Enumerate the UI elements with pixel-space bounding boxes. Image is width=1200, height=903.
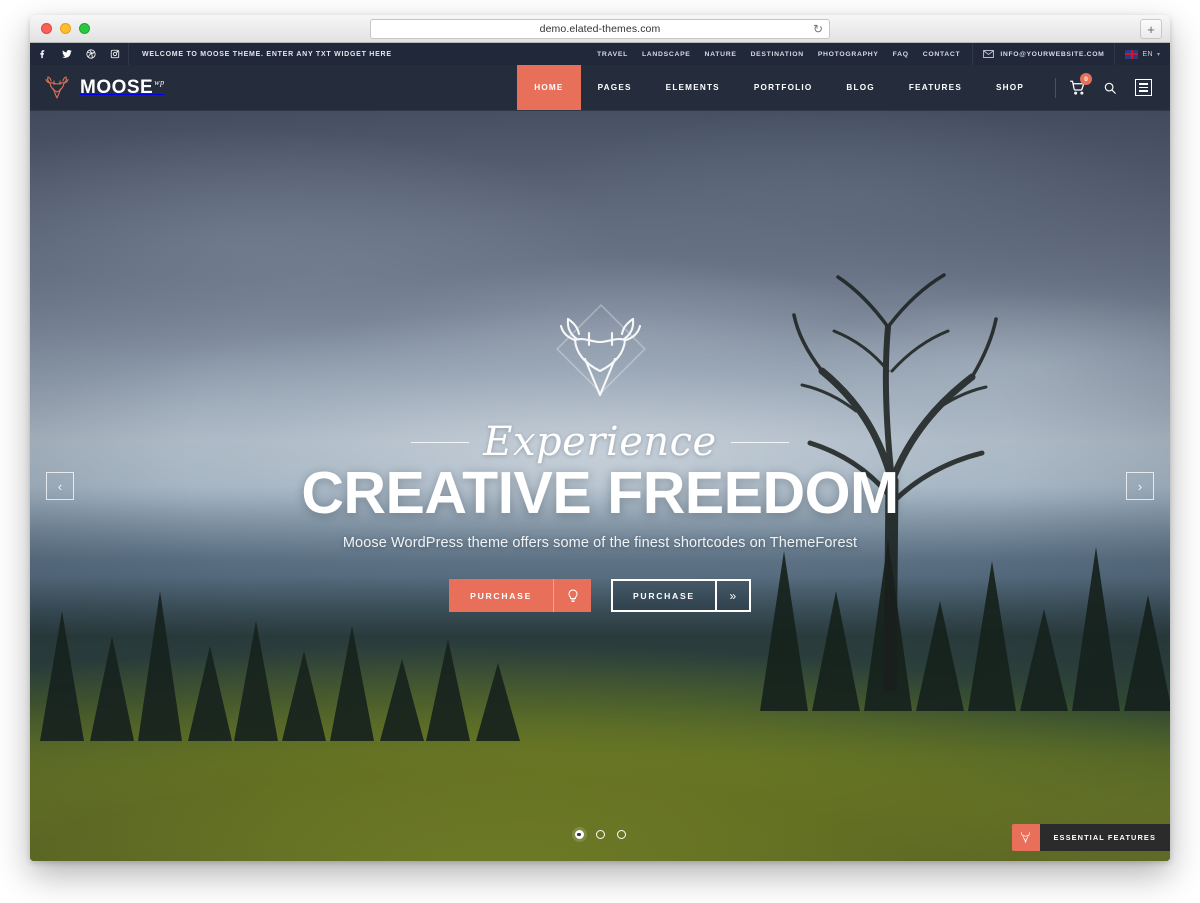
logo-text: MOOSEwp [80, 77, 164, 99]
nav-item-portfolio[interactable]: PORTFOLIO [737, 65, 830, 110]
essential-features-label: ESSENTIAL FEATURES [1039, 824, 1170, 851]
uk-flag-icon [1125, 49, 1139, 59]
decorative-line-left [411, 441, 470, 443]
slider-dots [30, 830, 1170, 839]
nav-item-shop[interactable]: SHOP [979, 65, 1041, 110]
nav-item-features[interactable]: FEATURES [892, 65, 979, 110]
maximize-window-button[interactable] [79, 23, 90, 34]
nav-item-home[interactable]: HOME [517, 65, 581, 110]
topnav-item-contact[interactable]: CONTACT [923, 51, 961, 58]
cart-icon[interactable]: 0 [1070, 73, 1092, 95]
chevron-down-icon: ▾ [1156, 51, 1160, 58]
hero-content: Experience CREATIVE FREEDOM Moose WordPr… [30, 301, 1170, 613]
hero-script-title: Experience [483, 419, 717, 465]
browser-window: demo.elated-themes.com ↻ + WELCOME TO MO… [30, 15, 1170, 861]
topbar-contact-group: INFO@YOURWEBSITE.COM EN ▾ [972, 43, 1170, 65]
purchase-secondary-button[interactable]: PURCHASE » [611, 579, 751, 613]
deer-head-emblem-icon [555, 304, 646, 397]
hero-subtitle: Moose WordPress theme offers some of the… [342, 535, 858, 552]
slider-dot-3[interactable] [616, 830, 626, 839]
header-icon-group: 0 [1070, 73, 1170, 96]
slider-dot-2[interactable] [595, 830, 605, 839]
twitter-icon[interactable] [62, 49, 72, 59]
decorative-line-right [730, 441, 789, 443]
moose-icon [1011, 824, 1040, 851]
nav-item-pages[interactable]: PAGES [581, 65, 649, 110]
main-navigation: HOME PAGES ELEMENTS PORTFOLIO BLOG FEATU… [517, 65, 1041, 110]
topnav-item-photography[interactable]: PHOTOGRAPHY [818, 51, 879, 58]
search-icon[interactable] [1103, 81, 1117, 95]
language-label: EN [1142, 50, 1153, 58]
close-window-button[interactable] [41, 23, 52, 34]
logo-superscript: wp [154, 77, 165, 87]
envelope-icon [983, 50, 995, 58]
topnav-item-faq[interactable]: FAQ [893, 51, 909, 58]
purchase-primary-button[interactable]: PURCHASE [449, 579, 591, 613]
instagram-icon[interactable] [110, 49, 120, 59]
slider-dot-1[interactable] [574, 830, 584, 839]
purchase-secondary-label: PURCHASE [633, 590, 695, 601]
slider-next-button[interactable]: › [1126, 472, 1154, 500]
traffic-lights [30, 23, 90, 34]
nav-divider [1055, 77, 1056, 98]
slider-prev-button[interactable]: ‹ [46, 472, 74, 500]
reload-icon[interactable]: ↻ [813, 23, 823, 36]
logo-word: MOOSE [80, 76, 154, 98]
language-selector[interactable]: EN ▾ [1114, 43, 1160, 65]
top-bar: WELCOME TO MOOSE THEME. ENTER ANY TXT WI… [30, 43, 1170, 65]
site-logo[interactable]: MOOSEwp [42, 75, 164, 101]
lightbulb-icon [553, 579, 591, 613]
top-navigation: TRAVEL LANDSCAPE NATURE DESTINATION PHOT… [597, 43, 972, 65]
social-icons-group [30, 43, 129, 65]
topnav-item-destination[interactable]: DESTINATION [751, 51, 804, 58]
essential-features-tab[interactable]: ESSENTIAL FEATURES [1011, 824, 1170, 851]
topnav-item-nature[interactable]: NATURE [705, 51, 737, 58]
nav-item-elements[interactable]: ELEMENTS [649, 65, 737, 110]
url-text: demo.elated-themes.com [539, 23, 661, 35]
hamburger-menu-icon[interactable] [1135, 79, 1152, 96]
hero-slider: Experience CREATIVE FREEDOM Moose WordPr… [30, 111, 1170, 861]
dribbble-icon[interactable] [86, 49, 96, 59]
new-tab-button[interactable]: + [1140, 19, 1162, 39]
hamburger-box [1135, 79, 1152, 96]
minimize-window-button[interactable] [60, 23, 71, 34]
nav-item-blog[interactable]: BLOG [829, 65, 891, 110]
hero-button-group: PURCHASE PURCHASE » [30, 579, 1170, 613]
contact-email[interactable]: INFO@YOURWEBSITE.COM [1000, 51, 1104, 58]
facebook-icon[interactable] [38, 49, 48, 59]
double-chevron-right-icon: » [714, 581, 749, 611]
cart-count-badge: 0 [1080, 73, 1092, 85]
website-viewport: WELCOME TO MOOSE THEME. ENTER ANY TXT WI… [30, 43, 1170, 861]
hero-heading: CREATIVE FREEDOM [301, 460, 899, 526]
purchase-primary-label: PURCHASE [470, 590, 532, 601]
hero-script-row: Experience [30, 419, 1170, 465]
welcome-message: WELCOME TO MOOSE THEME. ENTER ANY TXT WI… [142, 50, 392, 58]
topnav-item-landscape[interactable]: LANDSCAPE [642, 51, 691, 58]
browser-chrome-bar: demo.elated-themes.com ↻ + [30, 15, 1170, 43]
topnav-item-travel[interactable]: TRAVEL [597, 51, 628, 58]
site-header: MOOSEwp HOME PAGES ELEMENTS PORTFOLIO BL… [30, 65, 1170, 111]
moose-antler-icon [42, 75, 72, 101]
address-bar[interactable]: demo.elated-themes.com ↻ [370, 19, 830, 39]
